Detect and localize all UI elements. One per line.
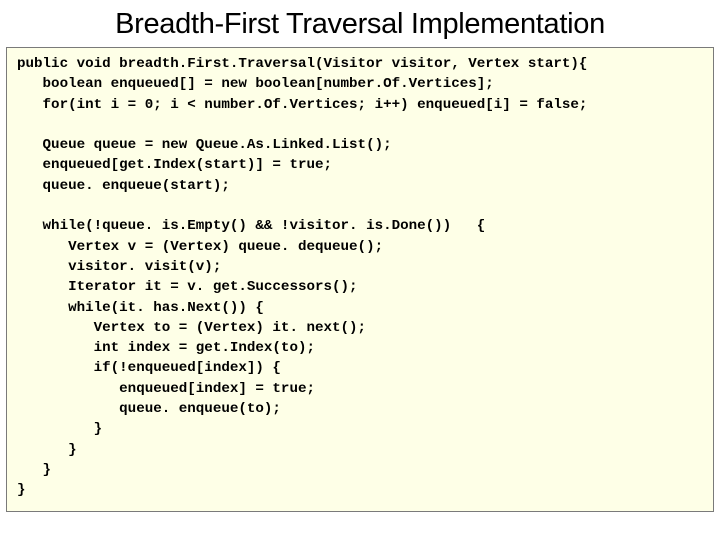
slide: Breadth-First Traversal Implementation p… [0,0,720,540]
slide-title: Breadth-First Traversal Implementation [0,8,720,41]
code-block: public void breadth.First.Traversal(Visi… [6,47,714,512]
